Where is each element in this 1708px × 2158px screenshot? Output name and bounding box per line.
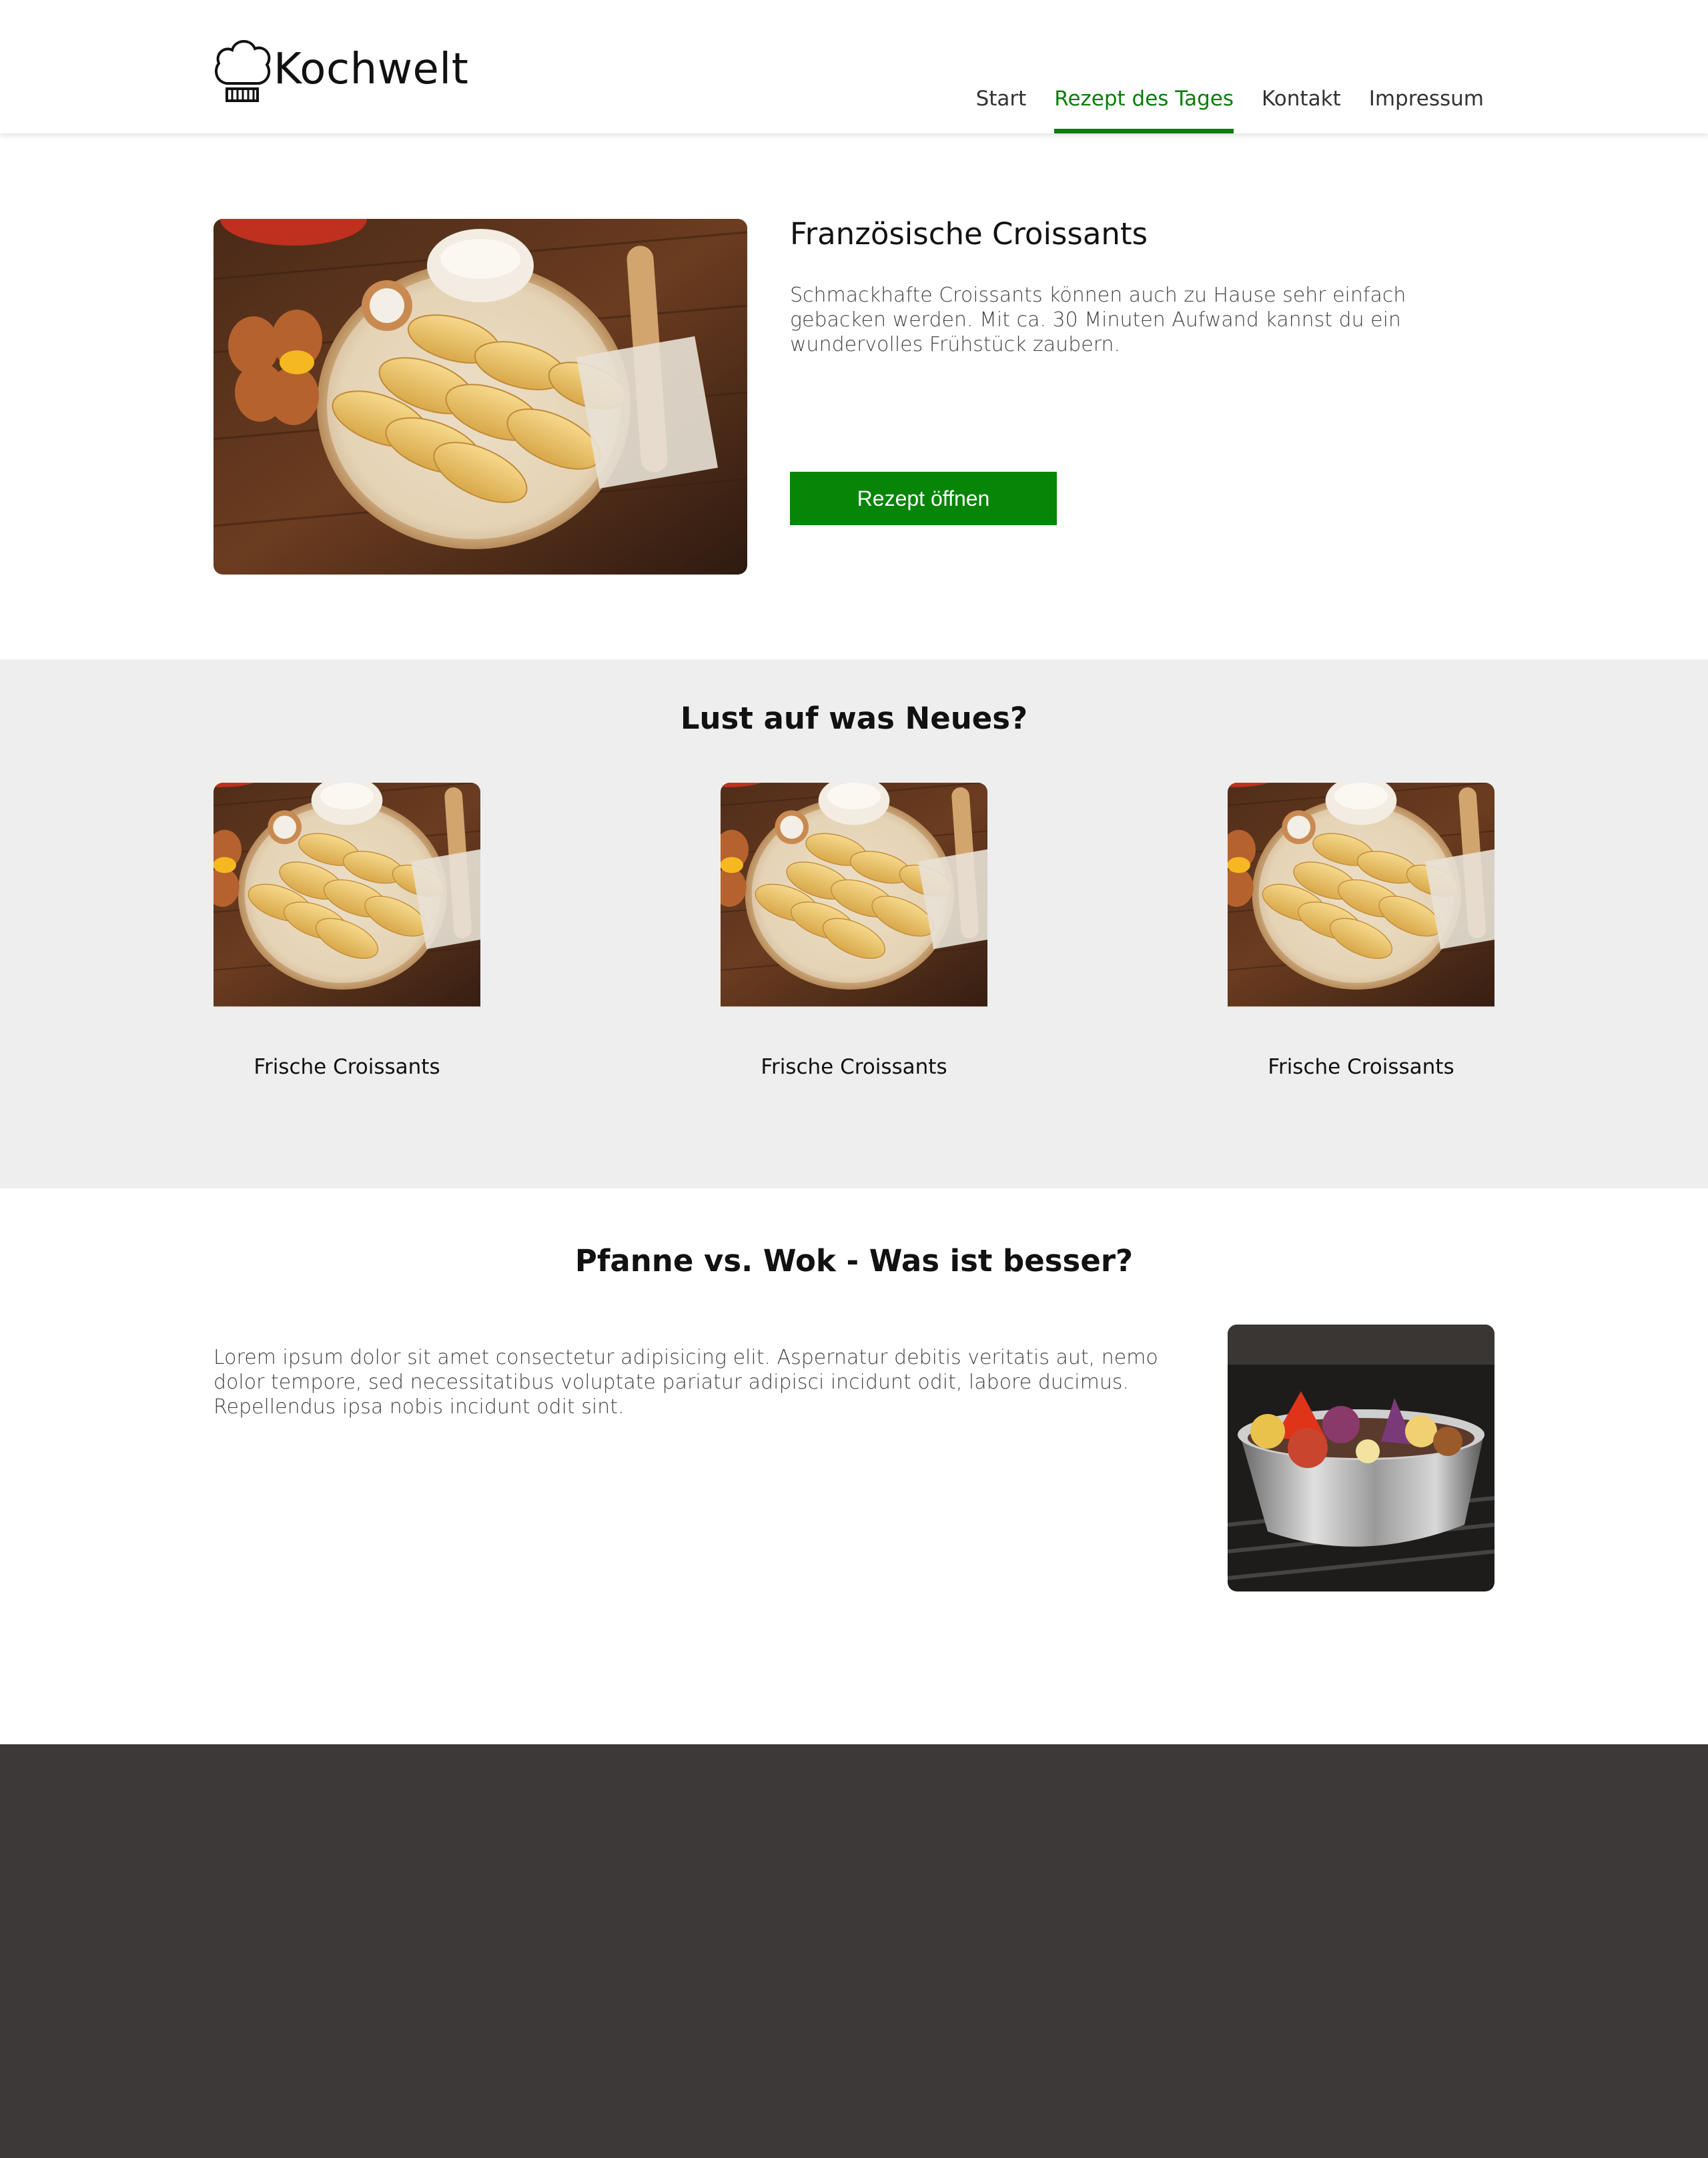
nav-item-rezept-des-tages[interactable]: Rezept des Tages	[1054, 87, 1234, 133]
recipe-title: Französische Croissants	[790, 216, 1148, 252]
chef-hat-icon	[215, 40, 271, 102]
suggestion-card-image[interactable]	[1228, 783, 1494, 1050]
croissant-photo	[214, 783, 480, 1008]
suggestion-card-label[interactable]: Frische Croissants	[1228, 1055, 1494, 1079]
recipe-description: Schmackhafte Croissants können auch zu H…	[790, 284, 1406, 356]
main-nav: Start Rezept des Tages Kontakt Impressum	[948, 87, 1484, 133]
nav-item-kontakt[interactable]: Kontakt	[1262, 87, 1341, 133]
article-title: Pfanne vs. Wok - Was ist besser?	[574, 1243, 1134, 1279]
suggestion-card[interactable]: Frische Croissants	[721, 783, 987, 1079]
nav-item-impressum[interactable]: Impressum	[1369, 87, 1484, 133]
suggestion-card-label[interactable]: Frische Croissants	[214, 1055, 480, 1079]
suggestion-card-image[interactable]	[214, 783, 480, 1050]
open-recipe-button[interactable]: Rezept öffnen	[790, 472, 1057, 525]
article-text: Lorem ipsum dolor sit amet consectetur a…	[214, 1346, 1158, 1419]
site-footer	[0, 1744, 1708, 2158]
croissant-photo	[1228, 783, 1494, 1008]
croissant-photo	[214, 219, 747, 575]
croissant-photo	[721, 783, 987, 1008]
suggestions-title: Lust auf was Neues?	[680, 701, 1028, 736]
suggestion-card[interactable]: Frische Croissants	[214, 783, 480, 1079]
site-header: Kochwelt Start Rezept des Tages Kontakt …	[0, 0, 1708, 133]
suggestion-card[interactable]: Frische Croissants	[1228, 783, 1494, 1079]
suggestion-card-image[interactable]	[721, 783, 987, 1050]
recipe-of-day-image[interactable]	[214, 219, 747, 575]
wok-photo	[1228, 1325, 1494, 1591]
suggestion-card-label[interactable]: Frische Croissants	[721, 1055, 987, 1079]
brand-name: Kochwelt	[274, 45, 469, 94]
brand-logo[interactable]: Kochwelt	[212, 35, 468, 108]
wok-image	[1228, 1325, 1494, 1591]
nav-item-start[interactable]: Start	[976, 87, 1027, 133]
